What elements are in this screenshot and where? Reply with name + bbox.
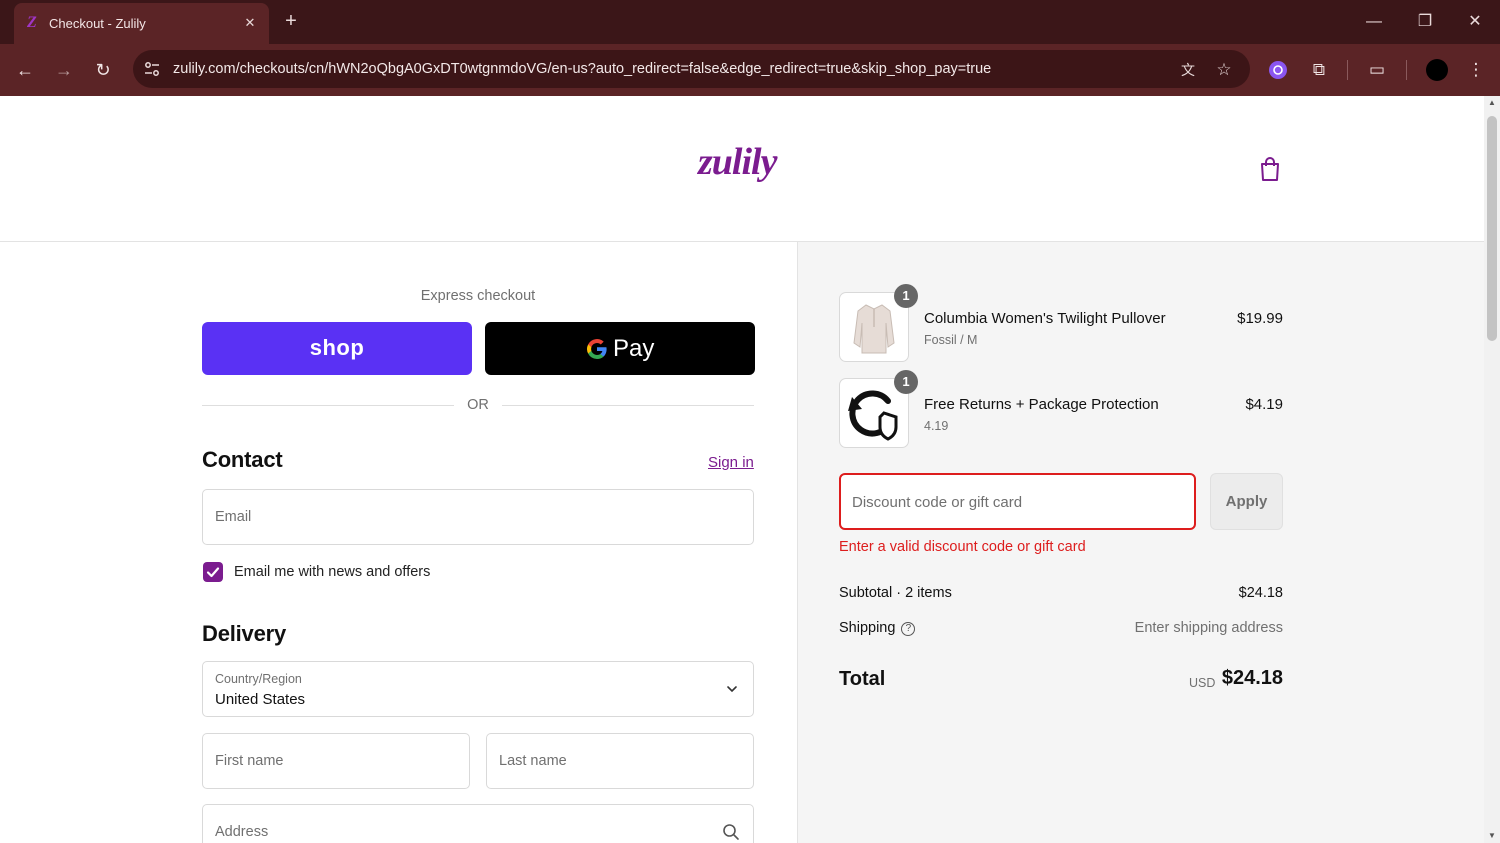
email-placeholder: Email <box>215 509 252 525</box>
browser-tab-bar: Z Checkout - Zulily ✕ + — ❐ ✕ <box>0 0 1500 44</box>
url-text[interactable]: zulily.com/checkouts/cn/hWN2oQbgA0GxDT0w… <box>173 61 991 77</box>
help-icon[interactable]: ? <box>901 622 916 636</box>
item-name: Free Returns + Package Protection <box>924 396 1159 413</box>
last-name-placeholder: Last name <box>499 753 567 769</box>
bookmark-star-icon[interactable]: ☆ <box>1213 59 1235 81</box>
shipping-value: Enter shipping address <box>1134 620 1283 636</box>
item-name: Columbia Women's Twilight Pullover <box>924 310 1166 327</box>
email-field[interactable]: Email <box>202 489 754 545</box>
back-button[interactable]: ← <box>12 57 38 83</box>
tab-title: Checkout - Zulily <box>49 16 146 31</box>
menu-kebab-icon[interactable]: ⋮ <box>1463 57 1489 83</box>
delivery-heading: Delivery <box>202 621 287 646</box>
shipping-row: Shipping? <box>839 620 916 636</box>
quantity-badge: 1 <box>894 284 918 308</box>
toolbar-divider <box>1406 60 1407 80</box>
browser-tab-active[interactable]: Z Checkout - Zulily ✕ <box>14 3 269 44</box>
zulily-favicon-icon: Z <box>27 14 37 31</box>
profile-avatar[interactable] <box>1426 59 1448 81</box>
zulily-logo[interactable]: zulily <box>698 140 777 184</box>
item-variant: 4.19 <box>924 419 949 433</box>
address-bar[interactable]: zulily.com/checkouts/cn/hWN2oQbgA0GxDT0w… <box>133 50 1250 88</box>
express-checkout-label: Express checkout <box>420 288 536 304</box>
checkout-page: zulily Express checkout shop Pay OR Cont… <box>0 96 1484 843</box>
new-tab-button[interactable]: + <box>280 10 302 32</box>
subtotal-value: $24.18 <box>1238 585 1283 601</box>
subtotal-label: Subtotal · 2 items <box>839 585 952 601</box>
google-pay-label: Pay <box>613 335 655 362</box>
first-name-field[interactable]: First name <box>202 733 470 789</box>
or-divider: OR <box>202 396 754 416</box>
total-currency: USD <box>1189 676 1216 690</box>
quantity-badge: 1 <box>894 370 918 394</box>
reload-button[interactable]: ↻ <box>90 57 116 83</box>
newsletter-label: Email me with news and offers <box>234 564 431 580</box>
country-label: Country/Region <box>215 672 302 686</box>
first-name-placeholder: First name <box>215 753 284 769</box>
country-value: United States <box>215 691 306 708</box>
shop-pay-button[interactable]: shop <box>202 322 472 375</box>
chevron-down-icon <box>727 686 737 693</box>
close-window-button[interactable]: ✕ <box>1461 8 1489 36</box>
shipping-label: Shipping <box>839 620 896 636</box>
extensions-puzzle-icon[interactable]: ⧉ <box>1306 57 1332 83</box>
discount-error-message: Enter a valid discount code or gift card <box>839 539 1086 555</box>
site-header: zulily <box>0 96 1484 242</box>
item-variant: Fossil / M <box>924 333 978 347</box>
item-price: $4.19 <box>1245 396 1283 413</box>
page-scrollbar[interactable]: ▲ ▼ <box>1484 96 1500 843</box>
shopping-bag-icon[interactable] <box>1258 156 1282 182</box>
google-pay-button[interactable]: Pay <box>485 322 755 375</box>
or-line-right <box>502 405 754 406</box>
total-value: $24.18 <box>1221 667 1283 689</box>
order-item: 1 Free Returns + Package Protection 4.19… <box>839 370 1283 448</box>
order-item: 1 Columbia Women's Twilight Pullover Fos… <box>839 284 1283 362</box>
country-select[interactable]: Country/Region United States <box>202 661 754 717</box>
contact-heading: Contact <box>202 447 283 472</box>
newsletter-checkbox[interactable] <box>203 562 223 582</box>
extension-icon[interactable] <box>1265 57 1291 83</box>
address-field[interactable]: Address <box>202 804 754 843</box>
total-label: Total <box>839 668 886 690</box>
discount-code-input[interactable]: Discount code or gift card <box>839 473 1196 530</box>
scrollbar-thumb[interactable] <box>1487 116 1497 341</box>
browser-toolbar: ← → ↻ zulily.com/checkouts/cn/hWN2oQbgA0… <box>0 44 1500 96</box>
checkmark-icon <box>206 567 220 578</box>
scroll-up-arrow[interactable]: ▲ <box>1484 96 1500 110</box>
search-icon <box>723 824 739 840</box>
restore-window-button[interactable]: ❐ <box>1411 8 1439 36</box>
discount-placeholder: Discount code or gift card <box>852 494 1023 511</box>
minimize-window-button[interactable]: — <box>1360 8 1388 36</box>
google-g-icon <box>587 339 607 359</box>
item-price: $19.99 <box>1237 310 1283 327</box>
close-tab-icon[interactable]: ✕ <box>241 14 259 32</box>
last-name-field[interactable]: Last name <box>486 733 754 789</box>
apply-discount-button[interactable]: Apply <box>1210 473 1283 530</box>
sign-in-link[interactable]: Sign in <box>708 454 754 471</box>
address-placeholder: Address <box>215 824 269 840</box>
translate-icon[interactable]: 文 <box>1177 59 1199 81</box>
side-panel-icon[interactable]: ▭ <box>1364 57 1390 83</box>
site-settings-icon[interactable] <box>143 60 161 78</box>
scroll-down-arrow[interactable]: ▼ <box>1484 829 1500 843</box>
forward-button[interactable]: → <box>51 57 77 83</box>
toolbar-divider <box>1347 60 1348 80</box>
